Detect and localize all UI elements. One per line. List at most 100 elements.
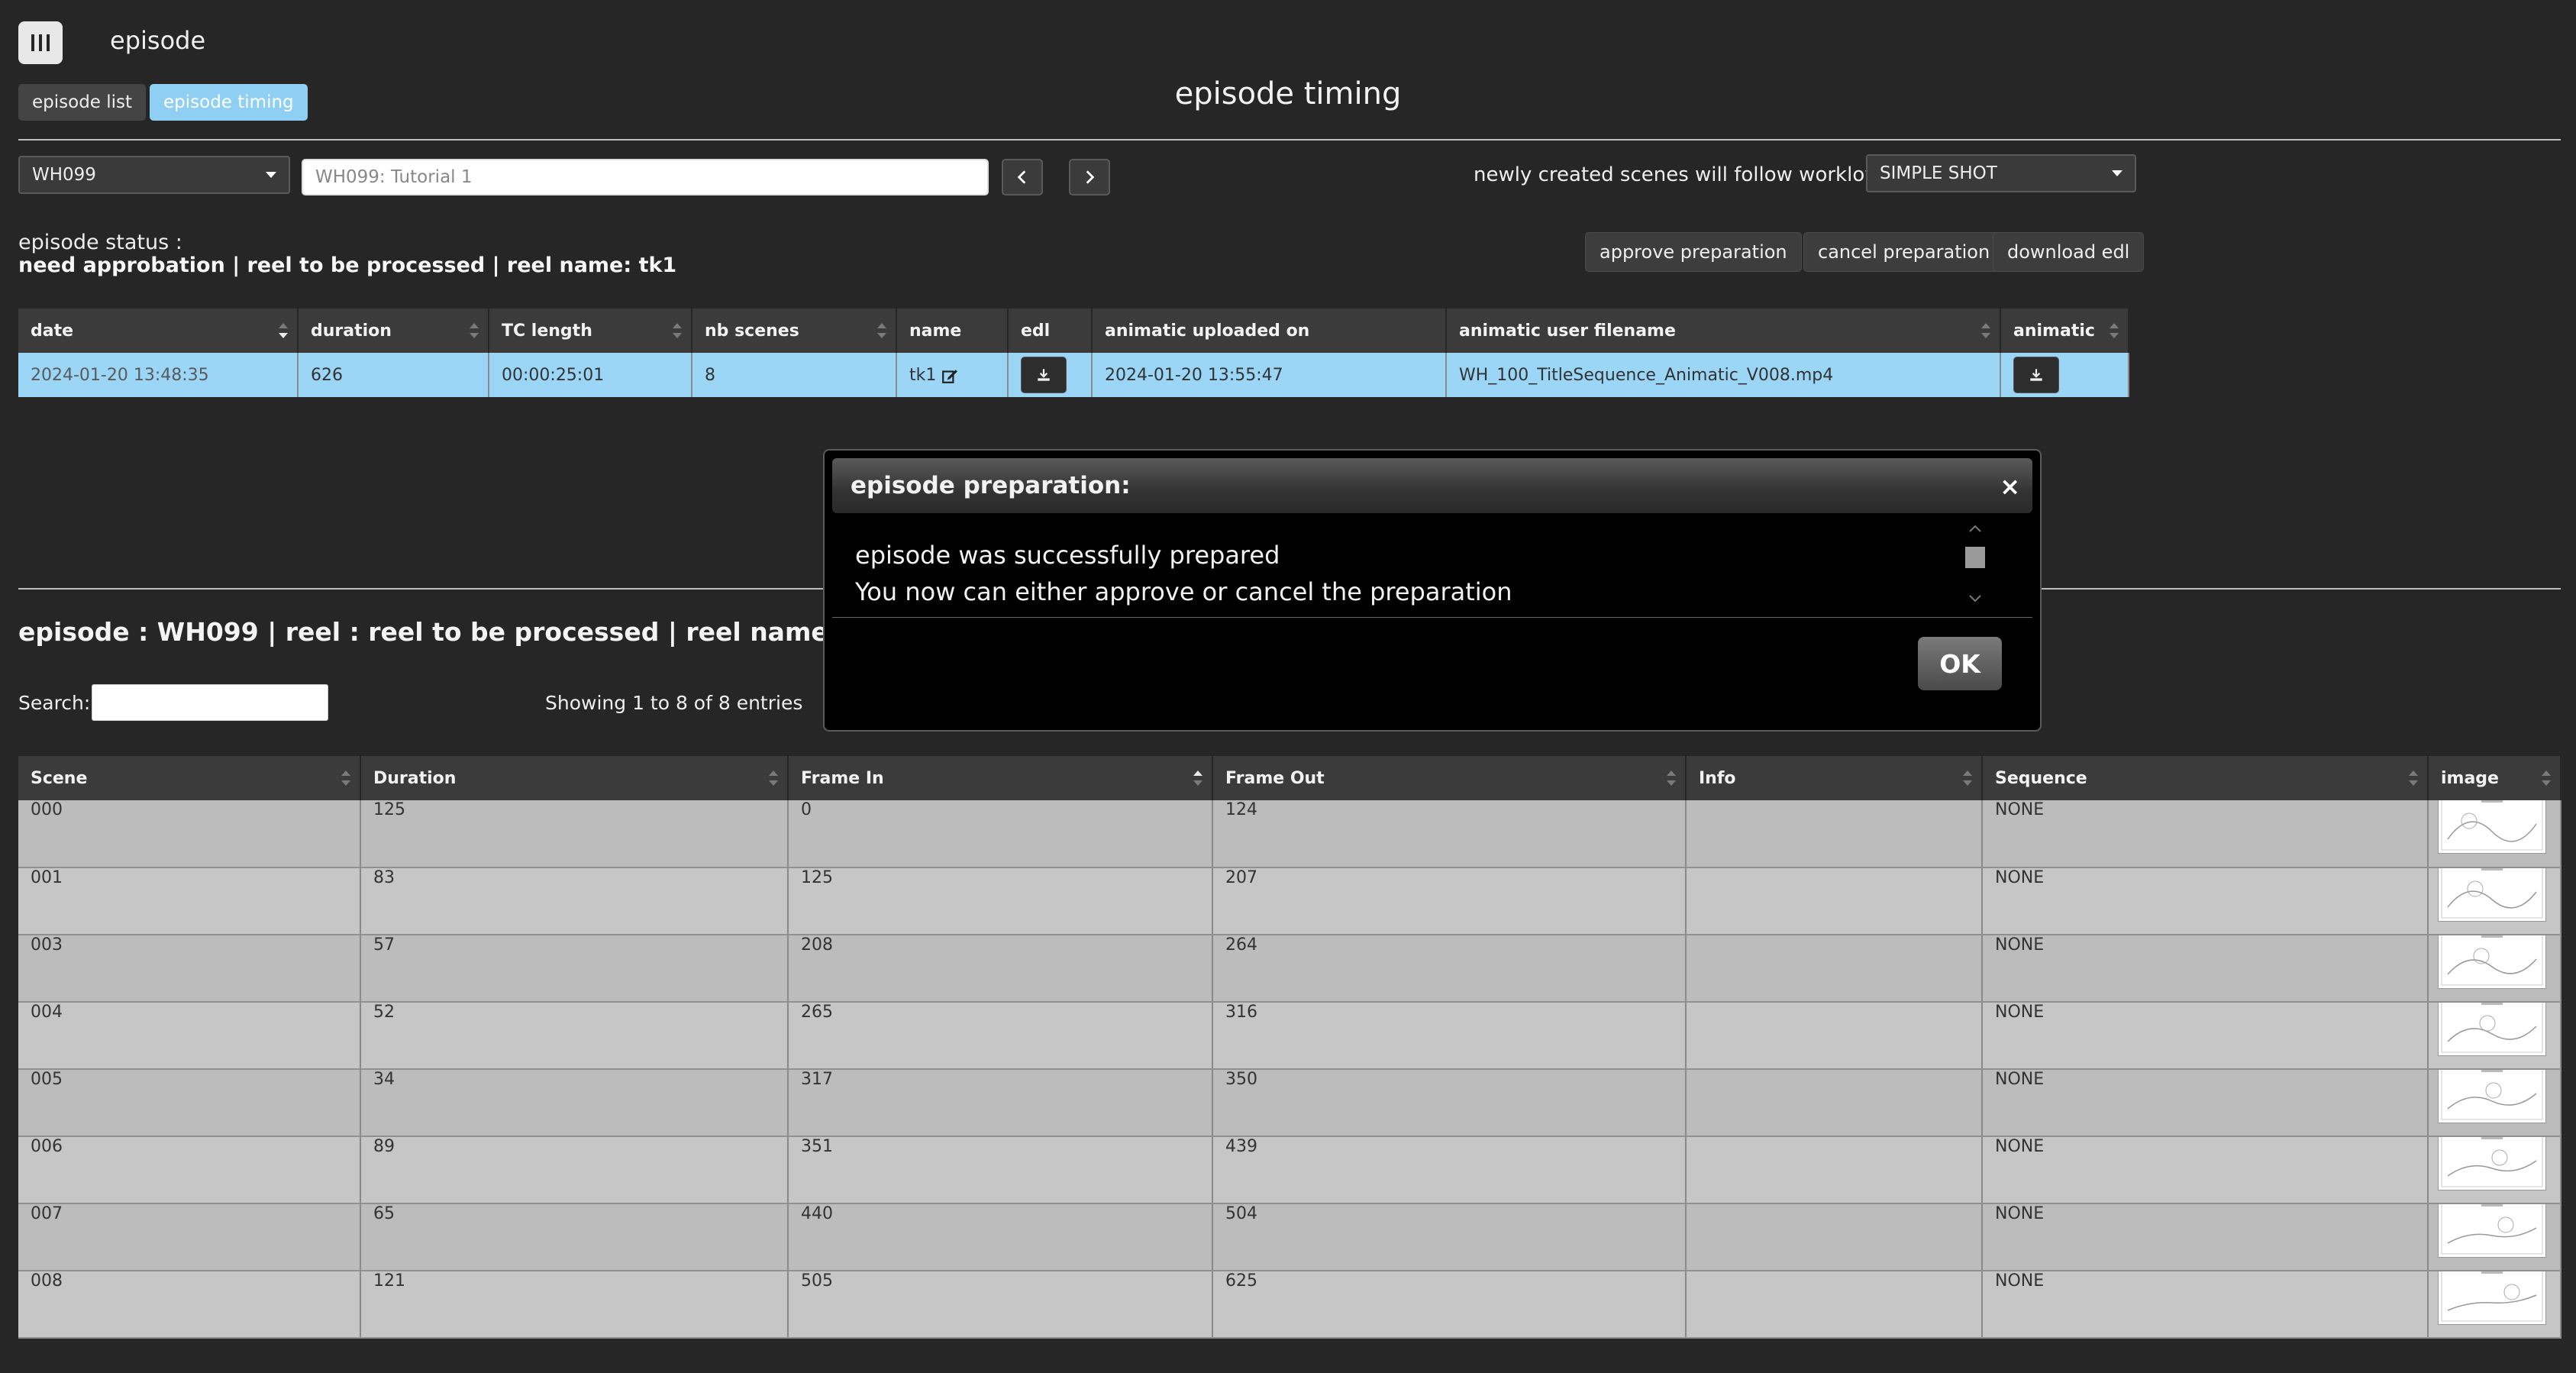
cell-sequence: NONE [1982, 1271, 2429, 1339]
download-animatic-button[interactable] [2013, 357, 2059, 393]
search-input[interactable] [92, 684, 328, 721]
col-header-frame-in[interactable]: Frame In [788, 756, 1213, 800]
chevron-left-icon [1017, 170, 1026, 184]
col-header-frame-out[interactable]: Frame Out [1212, 756, 1687, 800]
sort-icon [279, 323, 288, 338]
tab-episode-list[interactable]: episode list [18, 84, 147, 121]
scene-thumbnail[interactable] [2438, 1203, 2546, 1258]
col-header-uploaded-on: animatic uploaded on [1092, 309, 1447, 353]
storyboard-sketch-icon [2441, 1069, 2543, 1120]
scene-thumbnail[interactable] [2438, 935, 2546, 989]
download-edl-icon-button[interactable] [1021, 357, 1067, 393]
table-row[interactable]: 005 34 317 350 NONE [18, 1069, 2561, 1137]
cell-filename: WH_100_TitleSequence_Animatic_V008.mp4 [1446, 353, 2001, 397]
menu-button[interactable] [18, 21, 63, 64]
dialog-header: episode preparation: × [832, 458, 2032, 513]
chevron-up-icon[interactable] [1968, 524, 1983, 533]
cell-scene: 005 [18, 1069, 361, 1137]
cell-info [1686, 800, 1983, 868]
scene-thumbnail[interactable] [2438, 1002, 2546, 1056]
table-row[interactable]: 006 89 351 439 NONE [18, 1136, 2561, 1204]
col-header-filename[interactable]: animatic user filename [1446, 309, 2001, 353]
scene-thumbnail[interactable] [2438, 1069, 2546, 1123]
sort-icon [341, 770, 350, 786]
col-header-date[interactable]: date [18, 309, 299, 353]
cell-edl [1008, 353, 1093, 397]
col-header-animatic[interactable]: animatic [2000, 309, 2129, 353]
col-header-edl: edl [1008, 309, 1093, 353]
cell-image [2428, 1069, 2561, 1137]
cell-tc-length: 00:00:25:01 [489, 353, 692, 397]
approve-preparation-button[interactable]: approve preparation [1585, 232, 1802, 272]
storyboard-sketch-icon [2441, 935, 2543, 986]
storyboard-sketch-icon [2441, 1271, 2543, 1322]
col-header-duration[interactable]: duration [298, 309, 489, 353]
cell-image [2428, 1002, 2561, 1070]
episode-select[interactable]: WH099 [18, 156, 290, 194]
reel-name: tk1 [909, 365, 937, 385]
col-header-image[interactable]: image [2428, 756, 2561, 800]
scrollbar-thumb[interactable] [1965, 547, 1985, 568]
col-header-tc-length[interactable]: TC length [489, 309, 692, 353]
cell-frame-in: 440 [788, 1203, 1213, 1271]
episode-name-input[interactable]: WH099: Tutorial 1 [302, 159, 989, 195]
download-icon [2030, 369, 2042, 381]
sort-icon [877, 323, 886, 338]
table-row[interactable]: 007 65 440 504 NONE [18, 1203, 2561, 1271]
col-header-name: name [896, 309, 1009, 353]
download-edl-button[interactable]: download edl [1993, 232, 2145, 272]
cell-nb-scenes: 8 [692, 353, 897, 397]
next-button[interactable] [1069, 159, 1110, 195]
scene-thumbnail[interactable] [2438, 1271, 2546, 1325]
cell-info [1686, 1069, 1983, 1137]
cell-frame-in: 505 [788, 1271, 1213, 1339]
page-title: episode timing [1174, 76, 1402, 111]
sort-icon [1667, 770, 1676, 786]
col-header-duration[interactable]: Duration [360, 756, 789, 800]
storyboard-sketch-icon [2441, 867, 2543, 919]
sort-icon [769, 770, 778, 786]
episode-preparation-dialog: episode preparation: × episode was succe… [823, 449, 2042, 732]
col-header-scene[interactable]: Scene [18, 756, 361, 800]
col-header-info[interactable]: Info [1686, 756, 1983, 800]
sort-icon [1193, 770, 1202, 786]
cell-frame-out: 625 [1212, 1271, 1687, 1339]
search-label: Search: [18, 692, 91, 714]
caret-down-icon [2112, 170, 2122, 176]
cell-duration: 52 [360, 1002, 789, 1070]
cell-duration: 65 [360, 1203, 789, 1271]
table-row[interactable]: 004 52 265 316 NONE [18, 1002, 2561, 1070]
cancel-preparation-button[interactable]: cancel preparation [1803, 232, 2005, 272]
scene-thumbnail[interactable] [2438, 867, 2546, 922]
dialog-message-line-1: episode was successfully prepared [855, 541, 1280, 570]
ok-button[interactable]: OK [1918, 637, 2002, 690]
scene-thumbnail[interactable] [2438, 1136, 2546, 1190]
cell-duration: 626 [298, 353, 489, 397]
col-header-sequence[interactable]: Sequence [1982, 756, 2429, 800]
menu-icon [31, 34, 34, 51]
close-icon[interactable]: × [2000, 472, 2020, 501]
table-row[interactable]: 2024-01-20 13:48:35 626 00:00:25:01 8 tk… [18, 353, 2129, 397]
table-row[interactable]: 008 121 505 625 NONE [18, 1271, 2561, 1339]
cell-scene: 003 [18, 935, 361, 1003]
table-row[interactable]: 000 125 0 124 NONE [18, 800, 2561, 868]
tab-episode-timing[interactable]: episode timing [150, 84, 308, 121]
cell-frame-out: 439 [1212, 1136, 1687, 1204]
prev-button[interactable] [1002, 159, 1043, 195]
col-header-nb-scenes[interactable]: nb scenes [692, 309, 897, 353]
table-row[interactable]: 001 83 125 207 NONE [18, 867, 2561, 935]
dialog-scrollbar[interactable] [1962, 524, 1988, 603]
chevron-down-icon[interactable] [1968, 594, 1983, 603]
cell-image [2428, 1203, 2561, 1271]
cell-duration: 34 [360, 1069, 789, 1137]
edit-icon[interactable] [941, 367, 958, 384]
cell-duration: 57 [360, 935, 789, 1003]
workflow-select[interactable]: SIMPLE SHOT [1866, 154, 2136, 192]
scene-thumbnail[interactable] [2438, 800, 2546, 854]
cell-scene: 007 [18, 1203, 361, 1271]
episode-heading: episode : WH099 | reel : reel to be proc… [18, 617, 894, 647]
episode-status-label: episode status : [18, 231, 182, 254]
episode-select-value: WH099 [32, 165, 96, 185]
table-row[interactable]: 003 57 208 264 NONE [18, 935, 2561, 1003]
cell-scene: 000 [18, 800, 361, 868]
